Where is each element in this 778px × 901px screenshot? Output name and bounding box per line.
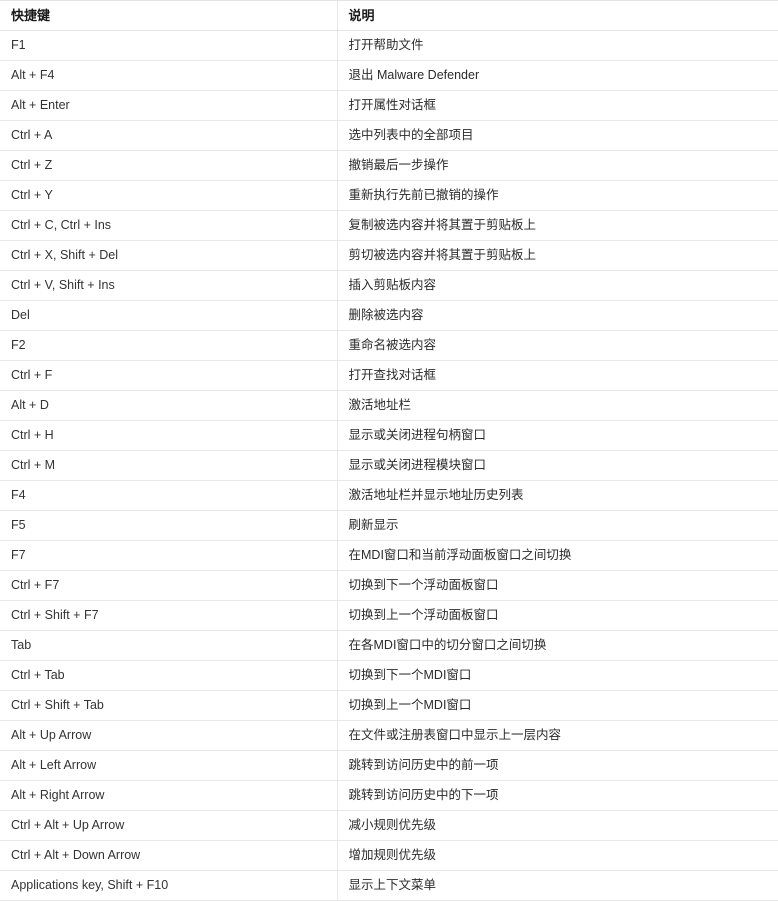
- shortcut-key-cell: Alt + Right Arrow: [0, 780, 337, 811]
- description-cell: 切换到上一个浮动面板窗口: [336, 600, 778, 631]
- table-row: Ctrl + Z 撤销最后一步操作: [0, 150, 778, 181]
- shortcut-key-cell: Ctrl + Shift + Tab: [0, 690, 337, 721]
- table-row: Ctrl + X, Shift + Del 剪切被选内容并将其置于剪贴板上: [0, 240, 778, 271]
- description-cell: 重命名被选内容: [336, 330, 778, 361]
- table-row: Ctrl + V, Shift + Ins 插入剪贴板内容: [0, 270, 778, 301]
- shortcut-key-cell: F5: [0, 510, 337, 541]
- description-cell: 激活地址栏: [336, 390, 778, 421]
- shortcut-keys-table: 快捷键 说明 F1 打开帮助文件 Alt + F4 退出 Malware Defend…: [0, 0, 778, 901]
- description-cell: 增加规则优先级: [336, 840, 778, 871]
- description-cell: 切换到上一个MDI窗口: [336, 690, 778, 721]
- shortcut-key-cell: Ctrl + F7: [0, 570, 337, 601]
- shortcut-key-cell: Ctrl + Y: [0, 180, 337, 211]
- description-cell: 打开查找对话框: [336, 360, 778, 391]
- shortcut-key-cell: Alt + F4: [0, 60, 337, 91]
- shortcut-key-cell: F4: [0, 480, 337, 511]
- description-cell: 删除被选内容: [336, 300, 778, 331]
- shortcut-key-cell: Ctrl + C, Ctrl + Ins: [0, 210, 337, 241]
- table-row: Ctrl + A 选中列表中的全部项目: [0, 120, 778, 151]
- shortcut-key-cell: Del: [0, 300, 337, 331]
- column-header-description: 说明: [336, 0, 778, 31]
- shortcut-key-cell: Alt + Enter: [0, 90, 337, 121]
- table-row: Del 删除被选内容: [0, 300, 778, 331]
- table-row: Alt + Enter 打开属性对话框: [0, 90, 778, 121]
- description-cell: 撤销最后一步操作: [336, 150, 778, 181]
- table-row: Ctrl + F7 切换到下一个浮动面板窗口: [0, 570, 778, 601]
- table-row: Ctrl + Tab 切换到下一个MDI窗口: [0, 660, 778, 691]
- shortcut-key-cell: Ctrl + Alt + Up Arrow: [0, 810, 337, 841]
- table-row: Ctrl + Shift + F7 切换到上一个浮动面板窗口: [0, 600, 778, 631]
- table-row: Ctrl + M 显示或关闭进程模块窗口: [0, 450, 778, 481]
- table-row: Ctrl + Alt + Down Arrow 增加规则优先级: [0, 840, 778, 871]
- table-row: Ctrl + H 显示或关闭进程句柄窗口: [0, 420, 778, 451]
- table-row: Tab 在各MDI窗口中的切分窗口之间切换: [0, 630, 778, 661]
- shortcut-key-cell: Ctrl + Alt + Down Arrow: [0, 840, 337, 871]
- description-cell: 激活地址栏并显示地址历史列表: [336, 480, 778, 511]
- shortcut-key-cell: Ctrl + A: [0, 120, 337, 151]
- table-row: Alt + Right Arrow 跳转到访问历史中的下一项: [0, 780, 778, 811]
- description-cell: 插入剪贴板内容: [336, 270, 778, 301]
- shortcut-key-cell: Applications key, Shift + F10: [0, 870, 337, 901]
- description-cell: 打开属性对话框: [336, 90, 778, 121]
- description-cell: 显示上下文菜单: [336, 870, 778, 901]
- description-cell: 减小规则优先级: [336, 810, 778, 841]
- table-row: Ctrl + F 打开查找对话框: [0, 360, 778, 391]
- table-header-row: 快捷键 说明: [0, 0, 778, 31]
- table-row: Ctrl + C, Ctrl + Ins 复制被选内容并将其置于剪贴板上: [0, 210, 778, 241]
- description-cell: 切换到下一个浮动面板窗口: [336, 570, 778, 601]
- shortcut-key-cell: F7: [0, 540, 337, 571]
- table-row: Alt + F4 退出 Malware Defender: [0, 60, 778, 91]
- shortcut-key-cell: Ctrl + F: [0, 360, 337, 391]
- shortcut-key-cell: Ctrl + Z: [0, 150, 337, 181]
- description-cell: 重新执行先前已撤销的操作: [336, 180, 778, 211]
- table-row: Alt + Up Arrow 在文件或注册表窗口中显示上一层内容: [0, 720, 778, 751]
- description-cell: 跳转到访问历史中的前一项: [336, 750, 778, 781]
- description-cell: 在MDI窗口和当前浮动面板窗口之间切换: [336, 540, 778, 571]
- description-cell: 切换到下一个MDI窗口: [336, 660, 778, 691]
- shortcut-key-cell: Ctrl + Tab: [0, 660, 337, 691]
- table-row: Applications key, Shift + F10 显示上下文菜单: [0, 870, 778, 901]
- shortcut-key-cell: F2: [0, 330, 337, 361]
- description-cell: 在各MDI窗口中的切分窗口之间切换: [336, 630, 778, 661]
- table-row: Ctrl + Shift + Tab 切换到上一个MDI窗口: [0, 690, 778, 721]
- column-header-shortcut-key: 快捷键: [0, 0, 337, 31]
- table-row: F4 激活地址栏并显示地址历史列表: [0, 480, 778, 511]
- table-row: F2 重命名被选内容: [0, 330, 778, 361]
- table-row: Alt + Left Arrow 跳转到访问历史中的前一项: [0, 750, 778, 781]
- shortcut-key-cell: F1: [0, 30, 337, 61]
- shortcut-key-cell: Ctrl + M: [0, 450, 337, 481]
- table-row: F5 刷新显示: [0, 510, 778, 541]
- table-row: Alt + D 激活地址栏: [0, 390, 778, 421]
- shortcut-key-cell: Ctrl + X, Shift + Del: [0, 240, 337, 271]
- description-cell: 显示或关闭进程模块窗口: [336, 450, 778, 481]
- shortcut-key-cell: Alt + Up Arrow: [0, 720, 337, 751]
- table-header: 快捷键 说明: [0, 0, 778, 31]
- description-cell: 复制被选内容并将其置于剪贴板上: [336, 210, 778, 241]
- description-cell: 选中列表中的全部项目: [336, 120, 778, 151]
- shortcut-key-cell: Alt + D: [0, 390, 337, 421]
- table-body: F1 打开帮助文件 Alt + F4 退出 Malware Defender Alt +…: [0, 30, 778, 901]
- description-cell: 剪切被选内容并将其置于剪贴板上: [336, 240, 778, 271]
- description-cell: 跳转到访问历史中的下一项: [336, 780, 778, 811]
- description-cell: 显示或关闭进程句柄窗口: [336, 420, 778, 451]
- table-row: F7 在MDI窗口和当前浮动面板窗口之间切换: [0, 540, 778, 571]
- shortcut-key-cell: Tab: [0, 630, 337, 661]
- description-cell: 在文件或注册表窗口中显示上一层内容: [336, 720, 778, 751]
- shortcut-key-cell: Ctrl + H: [0, 420, 337, 451]
- table-row: Ctrl + Y 重新执行先前已撤销的操作: [0, 180, 778, 211]
- shortcut-key-cell: Ctrl + Shift + F7: [0, 600, 337, 631]
- description-cell: 退出 Malware Defender: [336, 60, 778, 91]
- shortcut-key-cell: Ctrl + V, Shift + Ins: [0, 270, 337, 301]
- description-cell: 刷新显示: [336, 510, 778, 541]
- table-row: F1 打开帮助文件: [0, 30, 778, 61]
- table-row: Ctrl + Alt + Up Arrow 减小规则优先级: [0, 810, 778, 841]
- shortcut-key-cell: Alt + Left Arrow: [0, 750, 337, 781]
- description-cell: 打开帮助文件: [336, 30, 778, 61]
